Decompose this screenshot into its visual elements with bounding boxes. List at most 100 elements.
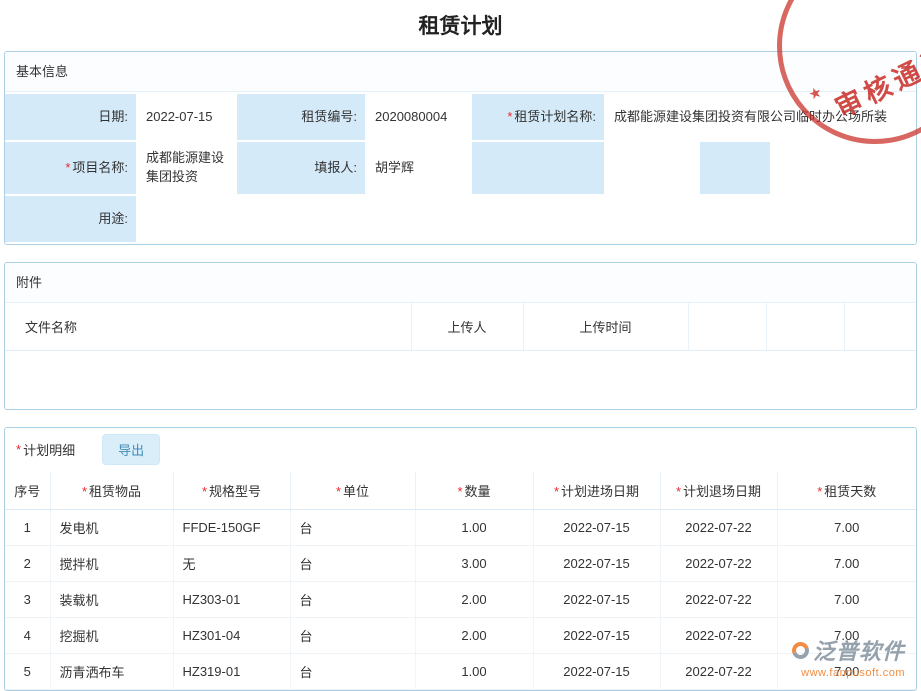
plan-name-label-text: 租赁计划名称:: [514, 108, 596, 127]
table-cell: 台: [290, 582, 415, 618]
table-row: 3装载机HZ303-01台2.002022-07-152022-07-227.0…: [5, 582, 916, 618]
plan-details-section: * 计划明细 导出 序号 *租赁物品 *规格型号 *单位 *数量 *计划进场日期…: [4, 427, 917, 691]
project-name-label-text: 项目名称:: [72, 159, 128, 178]
empty-label-cell: [472, 142, 604, 194]
column-header-unit: *单位: [290, 472, 415, 510]
table-cell: 1.00: [415, 654, 533, 690]
table-cell: 台: [290, 654, 415, 690]
required-marker: *: [457, 484, 462, 499]
attachments-column-upload-time: 上传时间: [523, 303, 688, 350]
empty-value-cell: [606, 142, 698, 194]
table-cell: 7.00: [777, 582, 916, 618]
table-cell: 台: [290, 546, 415, 582]
column-label: 序号: [14, 484, 40, 499]
table-cell: 搅拌机: [50, 546, 173, 582]
table-cell: 2022-07-15: [533, 582, 660, 618]
attachments-column-uploader: 上传人: [411, 303, 523, 350]
table-cell: 2.00: [415, 582, 533, 618]
table-cell: 台: [290, 510, 415, 546]
attachments-column-filename: 文件名称: [5, 303, 411, 350]
column-header-exit-date: *计划退场日期: [660, 472, 777, 510]
table-cell: 3.00: [415, 546, 533, 582]
empty-value-cell: [772, 142, 916, 194]
required-marker: *: [676, 484, 681, 499]
table-cell: 装载机: [50, 582, 173, 618]
table-cell: 2022-07-15: [533, 654, 660, 690]
column-header-model: *规格型号: [173, 472, 290, 510]
attachments-empty-area: [5, 351, 916, 409]
table-cell: 无: [173, 546, 290, 582]
table-cell: 7.00: [777, 546, 916, 582]
table-row: 1发电机FFDE-150GF台1.002022-07-152022-07-227…: [5, 510, 916, 546]
form-row: 日期: 2022-07-15 租赁编号: 2020080004 *租赁计划名称:…: [5, 94, 916, 140]
rental-no-label: 租赁编号:: [237, 94, 365, 140]
column-header-item: *租赁物品: [50, 472, 173, 510]
plan-details-body: 1发电机FFDE-150GF台1.002022-07-152022-07-227…: [5, 510, 916, 690]
table-cell: 沥青洒布车: [50, 654, 173, 690]
required-marker: *: [336, 484, 341, 499]
fanpu-brand-watermark: 泛普软件 www.fanpusoft.com: [792, 634, 905, 679]
rental-no-value: 2020080004: [367, 94, 470, 140]
table-cell: 台: [290, 618, 415, 654]
table-cell: 2: [5, 546, 50, 582]
page-title: 租赁计划: [0, 0, 921, 51]
table-cell: 2022-07-22: [660, 582, 777, 618]
table-cell: 2022-07-22: [660, 510, 777, 546]
project-name-value: 成都能源建设集团投资: [138, 142, 235, 194]
column-label: 单位: [343, 484, 369, 499]
plan-name-value: 成都能源建设集团投资有限公司临时办公场所装: [606, 94, 916, 140]
column-header-rental-days: *租赁天数: [777, 472, 916, 510]
required-marker: *: [817, 484, 822, 499]
attachments-header-row: 文件名称 上传人 上传时间: [5, 303, 916, 350]
column-label: 数量: [465, 484, 491, 499]
column-header-index: 序号: [5, 472, 50, 510]
plan-details-table: 序号 *租赁物品 *规格型号 *单位 *数量 *计划进场日期 *计划退场日期 *…: [5, 472, 916, 691]
table-cell: 2.00: [415, 618, 533, 654]
attachments-table: 文件名称 上传人 上传时间: [5, 303, 916, 351]
table-cell: FFDE-150GF: [173, 510, 290, 546]
required-marker: *: [16, 442, 21, 457]
column-label: 计划进场日期: [561, 484, 639, 499]
date-value: 2022-07-15: [138, 94, 235, 140]
fanpu-logo-icon: [789, 639, 812, 662]
table-cell: 1: [5, 510, 50, 546]
reporter-value: 胡学辉: [367, 142, 470, 194]
purpose-value: [138, 196, 916, 242]
required-marker: *: [202, 484, 207, 499]
table-cell: 发电机: [50, 510, 173, 546]
column-label: 计划退场日期: [683, 484, 761, 499]
purpose-label: 用途:: [5, 196, 136, 242]
reporter-label: 填报人:: [237, 142, 365, 194]
plan-name-label: *租赁计划名称:: [472, 94, 604, 140]
export-button[interactable]: 导出: [102, 434, 160, 465]
table-cell: 2022-07-15: [533, 510, 660, 546]
required-marker: *: [554, 484, 559, 499]
table-cell: HZ301-04: [173, 618, 290, 654]
attachments-column-empty: [688, 303, 766, 350]
table-cell: 7.00: [777, 510, 916, 546]
form-row: *项目名称: 成都能源建设集团投资 填报人: 胡学辉: [5, 142, 916, 194]
attachments-section: 附件 文件名称 上传人 上传时间: [4, 262, 917, 410]
table-cell: 5: [5, 654, 50, 690]
basic-info-form: 日期: 2022-07-15 租赁编号: 2020080004 *租赁计划名称:…: [5, 94, 916, 244]
attachments-title: 附件: [5, 263, 916, 303]
table-cell: HZ303-01: [173, 582, 290, 618]
plan-details-band: * 计划明细 导出: [5, 428, 916, 472]
required-marker: *: [507, 108, 512, 127]
attachments-column-empty: [766, 303, 844, 350]
table-cell: 1.00: [415, 510, 533, 546]
table-cell: 2022-07-15: [533, 618, 660, 654]
column-label: 规格型号: [209, 484, 261, 499]
table-cell: 2022-07-22: [660, 654, 777, 690]
required-marker: *: [65, 159, 70, 178]
plan-details-header-row: 序号 *租赁物品 *规格型号 *单位 *数量 *计划进场日期 *计划退场日期 *…: [5, 472, 916, 510]
table-cell: 2022-07-15: [533, 546, 660, 582]
plan-details-title: 计划明细: [23, 440, 75, 459]
table-cell: 4: [5, 618, 50, 654]
table-row: 5沥青洒布车HZ319-01台1.002022-07-152022-07-227…: [5, 654, 916, 690]
column-label: 租赁物品: [89, 484, 141, 499]
brand-name: 泛普软件: [813, 634, 905, 666]
table-cell: 挖掘机: [50, 618, 173, 654]
table-cell: 2022-07-22: [660, 618, 777, 654]
basic-info-title: 基本信息: [5, 52, 916, 92]
